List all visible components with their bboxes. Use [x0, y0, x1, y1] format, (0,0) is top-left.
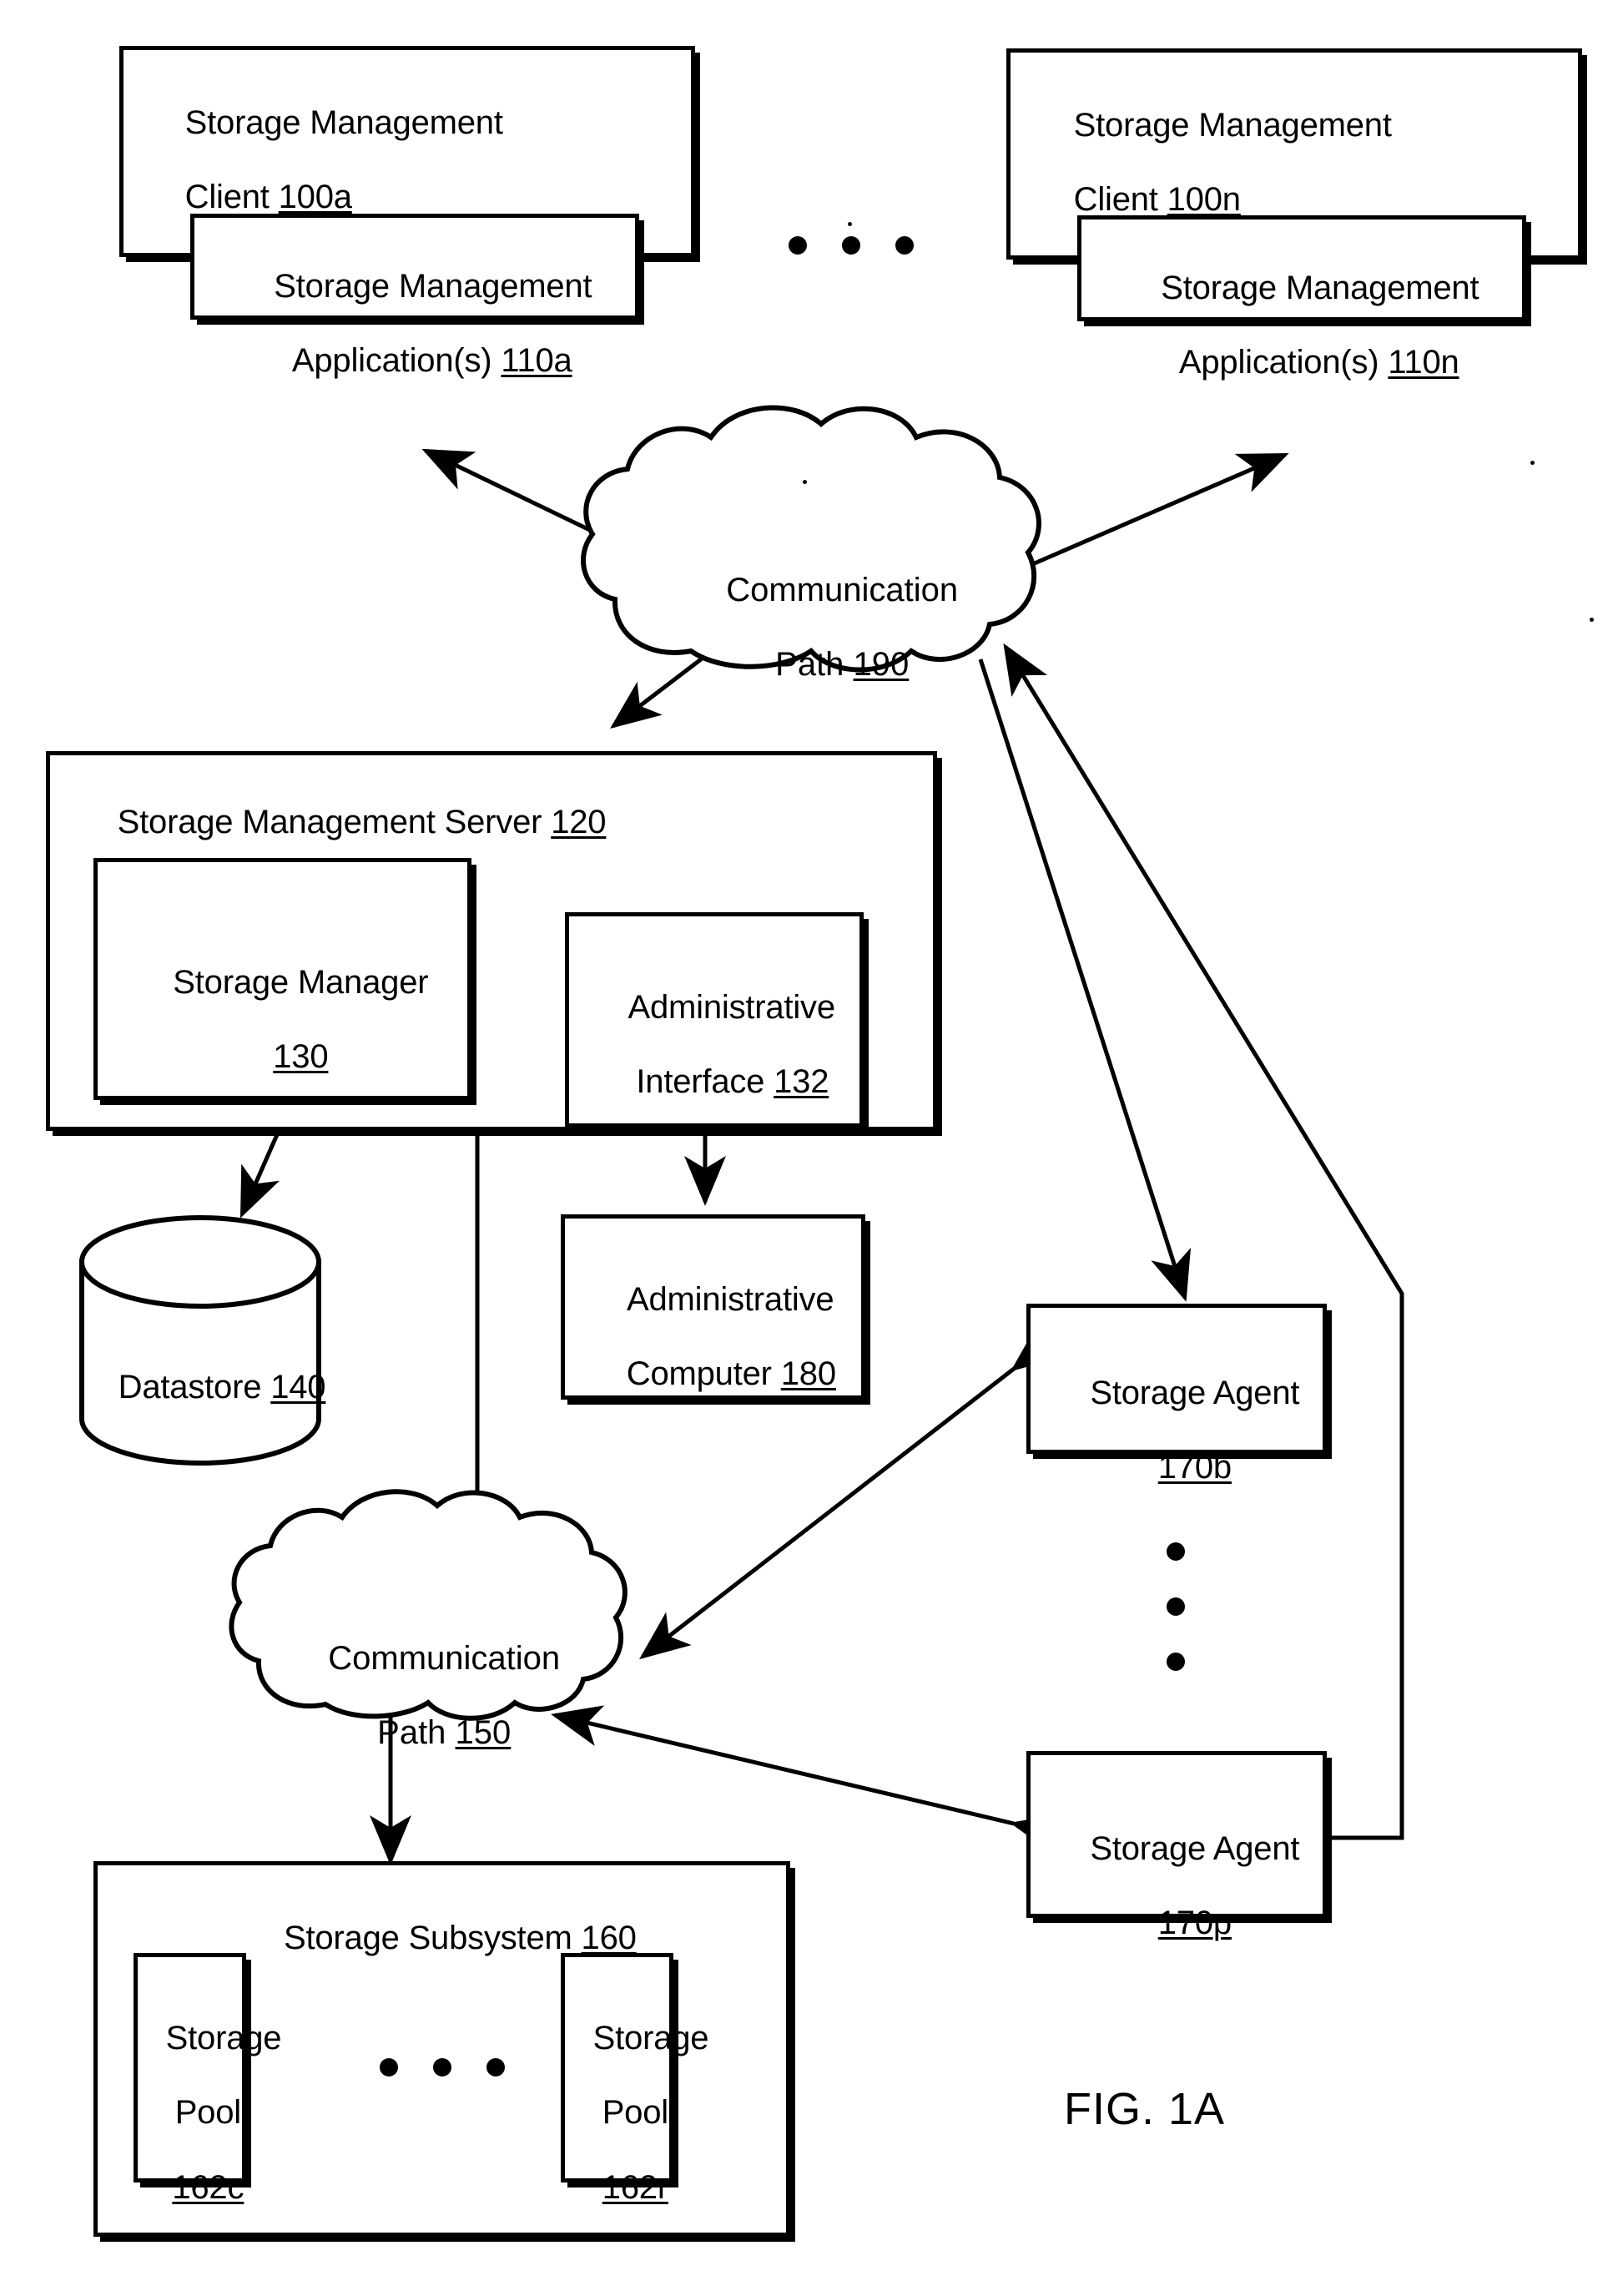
comm-190-line2: Path	[775, 646, 854, 684]
arrow-agent-170p-to-cloud190	[1003, 643, 1404, 1840]
storage-pool-162r-line2: Pool	[602, 2094, 668, 2132]
storage-pool-162r-line1: Storage	[592, 2019, 709, 2056]
server-120-ref: 120	[551, 803, 607, 840]
ellipsis-dot	[895, 236, 914, 255]
storage-agent-170p-label: Storage Agent 170p	[1026, 1793, 1327, 1980]
storage-agent-170b-line1: Storage Agent	[1090, 1374, 1300, 1411]
client-100n-title-line2: Client	[1073, 181, 1167, 219]
ellipsis-dot	[789, 236, 807, 255]
storage-pools-ellipsis	[380, 2058, 505, 2076]
client-100a-title-line2: Client	[184, 179, 279, 216]
admin-interface-132-ref: 132	[774, 1063, 829, 1101]
scan-speck	[803, 480, 807, 484]
comm-190-ref: 190	[853, 646, 910, 684]
server-120-title-text: Storage Management Server	[117, 803, 552, 840]
ellipsis-dot	[1167, 1542, 1185, 1561]
ellipsis-dot	[1167, 1653, 1185, 1671]
storage-pool-162c-ref: 162c	[172, 2168, 244, 2206]
arrow-cloud190-to-agent-170b	[978, 659, 1192, 1302]
comm-150-ref: 150	[455, 1714, 512, 1752]
clients-ellipsis	[789, 236, 914, 255]
storage-subsystem-160-ref: 160	[581, 1919, 637, 1956]
client-100n-title-line1: Storage Management	[1073, 106, 1392, 144]
comm-150-line2: Path	[377, 1714, 456, 1752]
application-110a-line2: Application(s)	[291, 342, 502, 380]
storage-pool-162c-line2: Pool	[174, 2094, 241, 2132]
storage-manager-130-line1: Storage Manager	[173, 963, 429, 1001]
client-100n-ref: 100n	[1167, 181, 1241, 219]
storage-pool-162c-label: Storage Pool 162c	[129, 1982, 282, 2244]
datastore-140-text: Datastore	[118, 1368, 271, 1405]
scan-speck	[1530, 461, 1535, 465]
ellipsis-dot	[380, 2058, 398, 2076]
storage-agent-170b-label: Storage Agent 170b	[1026, 1337, 1327, 1524]
ellipsis-dot	[1167, 1597, 1185, 1616]
arrow-client-n-to-cloud190	[955, 452, 1289, 613]
storage-agent-170b-ref: 170b	[1157, 1449, 1232, 1486]
communication-path-150-label: Communication Path 150	[271, 1602, 580, 1789]
application-110a-ref: 110a	[501, 342, 572, 380]
ellipsis-dot	[842, 236, 860, 255]
arrow-cloud150-to-agent-170p	[551, 1705, 1064, 1854]
application-110a-line1: Storage Management	[274, 267, 592, 305]
storage-agent-170p-line1: Storage Agent	[1090, 1829, 1300, 1867]
admin-computer-180-ref: 180	[780, 1355, 836, 1393]
admin-computer-180-line2: Computer	[626, 1355, 781, 1393]
communication-path-190-label: Communication Path 190	[669, 534, 978, 721]
administrative-computer-180-label: Administrative Computer 180	[561, 1244, 865, 1431]
storage-agent-170p-ref: 170p	[1157, 1905, 1232, 1942]
datastore-140-label: Datastore 140	[82, 1331, 326, 1443]
patent-figure-1a: cloud 190 --> cloud 190 --> server 120 -…	[0, 0, 1618, 2296]
application-110n-line1: Storage Management	[1161, 269, 1479, 306]
ellipsis-dot	[433, 2058, 451, 2076]
admin-interface-132-line1: Administrative	[628, 988, 836, 1026]
scan-speck	[1590, 618, 1594, 622]
storage-subsystem-160-title-text: Storage Subsystem	[283, 1919, 582, 1956]
admin-computer-180-line1: Administrative	[627, 1280, 834, 1318]
application-110n-label: Storage Management Application(s) 110n	[1077, 232, 1526, 419]
storage-manager-130-ref: 130	[273, 1038, 329, 1076]
comm-190-line1: Communication	[726, 571, 959, 608]
application-110n-ref: 110n	[1388, 344, 1459, 381]
storage-pool-162r-ref: 162r	[602, 2168, 668, 2206]
client-100a-ref: 100a	[278, 179, 352, 216]
storage-pool-162r-label: Storage Pool 162r	[557, 1982, 709, 2244]
application-110n-line2: Application(s)	[1178, 344, 1389, 381]
application-110a-label: Storage Management Application(s) 110a	[190, 230, 639, 417]
admin-interface-132-line2: Interface	[636, 1063, 774, 1101]
comm-150-line1: Communication	[328, 1639, 561, 1677]
storage-pool-162c-line1: Storage	[165, 2019, 282, 2056]
figure-label: FIG. 1A	[1064, 2084, 1226, 2134]
ellipsis-dot	[486, 2058, 505, 2076]
client-100a-title-line1: Storage Management	[184, 103, 503, 141]
administrative-interface-132-label: Administrative Interface 132	[565, 951, 864, 1138]
clients-ellipsis-speck	[848, 222, 852, 226]
storage-manager-130-label: Storage Manager 130	[93, 926, 471, 1113]
storage-agents-ellipsis	[1167, 1542, 1185, 1671]
datastore-140-ref: 140	[270, 1368, 326, 1405]
